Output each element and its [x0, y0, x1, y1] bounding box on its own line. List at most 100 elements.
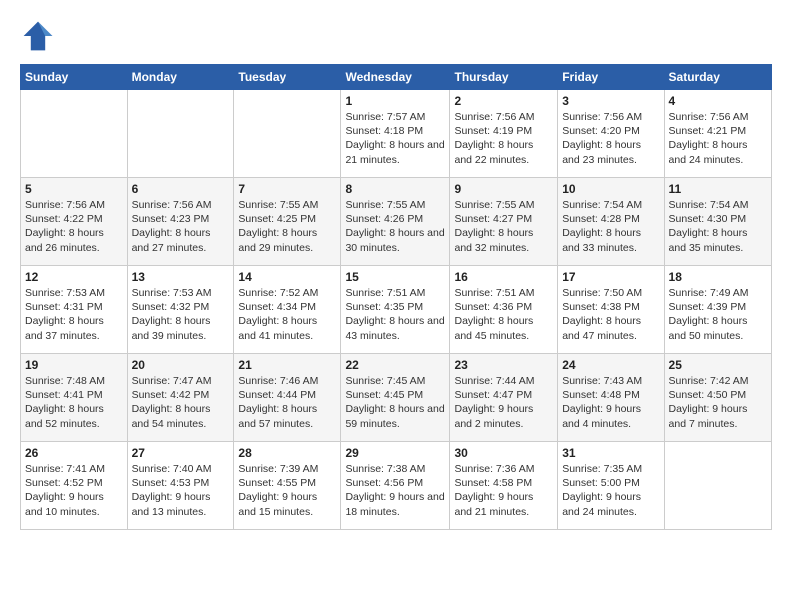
calendar-cell: 25 Sunrise: 7:42 AM Sunset: 4:50 PM Dayli… [664, 354, 771, 442]
day-content: Sunrise: 7:51 AM Sunset: 4:36 PM Dayligh… [454, 286, 553, 343]
calendar-cell: 1 Sunrise: 7:57 AM Sunset: 4:18 PM Daylig… [341, 90, 450, 178]
day-number: 27 [132, 446, 230, 460]
weekday-header-thursday: Thursday [450, 65, 558, 90]
day-content: Sunrise: 7:51 AM Sunset: 4:35 PM Dayligh… [345, 286, 445, 343]
calendar-cell: 9Sunrise: 7:55 AM Sunset: 4:27 PM Daylig… [450, 178, 558, 266]
day-content: Sunrise: 7:49 AM Sunset: 4:39 PM Dayligh… [669, 286, 767, 343]
day-number: 31 [562, 446, 659, 460]
day-content: Sunrise: 7:42 AM Sunset: 4:50 PM Dayligh… [669, 374, 767, 431]
day-number: 14 [238, 270, 336, 284]
day-content: Sunrise: 7:57 AM Sunset: 4:18 PM Dayligh… [345, 110, 445, 167]
day-number: 8 [345, 182, 445, 196]
day-number: 3 [562, 94, 659, 108]
day-content: Sunrise: 7:35 AM Sunset: 5:00 PM Dayligh… [562, 462, 659, 519]
calendar-table: SundayMondayTuesdayWednesdayThursdayFrid… [20, 64, 772, 530]
day-content: Sunrise: 7:55 AM Sunset: 4:26 PM Dayligh… [345, 198, 445, 255]
day-content: Sunrise: 7:56 AM Sunset: 4:19 PM Dayligh… [454, 110, 553, 167]
day-number: 25 [669, 358, 767, 372]
day-content: Sunrise: 7:48 AM Sunset: 4:41 PM Dayligh… [25, 374, 123, 431]
day-number: 30 [454, 446, 553, 460]
logo [20, 18, 60, 54]
day-content: Sunrise: 7:43 AM Sunset: 4:48 PM Dayligh… [562, 374, 659, 431]
day-number: 28 [238, 446, 336, 460]
calendar-cell: 27 Sunrise: 7:40 AM Sunset: 4:53 PM Dayli… [127, 442, 234, 530]
calendar-cell: 15 Sunrise: 7:51 AM Sunset: 4:35 PM Dayli… [341, 266, 450, 354]
day-content: Sunrise: 7:45 AM Sunset: 4:45 PM Dayligh… [345, 374, 445, 431]
day-content: Sunrise: 7:54 AM Sunset: 4:30 PM Dayligh… [669, 198, 767, 255]
calendar-cell: 22 Sunrise: 7:45 AM Sunset: 4:45 PM Dayli… [341, 354, 450, 442]
calendar-cell: 23 Sunrise: 7:44 AM Sunset: 4:47 PM Dayli… [450, 354, 558, 442]
weekday-header-monday: Monday [127, 65, 234, 90]
calendar-cell: 28 Sunrise: 7:39 AM Sunset: 4:55 PM Dayli… [234, 442, 341, 530]
day-content: Sunrise: 7:38 AM Sunset: 4:56 PM Dayligh… [345, 462, 445, 519]
day-content: Sunrise: 7:41 AM Sunset: 4:52 PM Dayligh… [25, 462, 123, 519]
day-content: Sunrise: 7:53 AM Sunset: 4:32 PM Dayligh… [132, 286, 230, 343]
calendar-week-5: 26Sunrise: 7:41 AM Sunset: 4:52 PM Dayli… [21, 442, 772, 530]
day-number: 17 [562, 270, 659, 284]
day-content: Sunrise: 7:39 AM Sunset: 4:55 PM Dayligh… [238, 462, 336, 519]
day-content: Sunrise: 7:46 AM Sunset: 4:44 PM Dayligh… [238, 374, 336, 431]
day-number: 23 [454, 358, 553, 372]
day-content: Sunrise: 7:56 AM Sunset: 4:20 PM Dayligh… [562, 110, 659, 167]
day-number: 21 [238, 358, 336, 372]
day-number: 19 [25, 358, 123, 372]
day-content: Sunrise: 7:56 AM Sunset: 4:22 PM Dayligh… [25, 198, 123, 255]
calendar-cell: 2Sunrise: 7:56 AM Sunset: 4:19 PM Daylig… [450, 90, 558, 178]
weekday-header-wednesday: Wednesday [341, 65, 450, 90]
day-content: Sunrise: 7:53 AM Sunset: 4:31 PM Dayligh… [25, 286, 123, 343]
calendar-cell [664, 442, 771, 530]
day-content: Sunrise: 7:56 AM Sunset: 4:21 PM Dayligh… [669, 110, 767, 167]
calendar-cell: 12 Sunrise: 7:53 AM Sunset: 4:31 PM Dayli… [21, 266, 128, 354]
calendar-cell: 26Sunrise: 7:41 AM Sunset: 4:52 PM Dayli… [21, 442, 128, 530]
calendar-cell: 16 Sunrise: 7:51 AM Sunset: 4:36 PM Dayli… [450, 266, 558, 354]
calendar-week-2: 5 Sunrise: 7:56 AM Sunset: 4:22 PM Daylig… [21, 178, 772, 266]
weekday-header-sunday: Sunday [21, 65, 128, 90]
calendar-cell: 31 Sunrise: 7:35 AM Sunset: 5:00 PM Dayli… [558, 442, 664, 530]
day-content: Sunrise: 7:36 AM Sunset: 4:58 PM Dayligh… [454, 462, 553, 519]
day-content: Sunrise: 7:55 AM Sunset: 4:27 PM Dayligh… [454, 198, 553, 255]
logo-icon [20, 18, 56, 54]
calendar-week-3: 12 Sunrise: 7:53 AM Sunset: 4:31 PM Dayli… [21, 266, 772, 354]
day-number: 7 [238, 182, 336, 196]
calendar-cell: 4Sunrise: 7:56 AM Sunset: 4:21 PM Daylig… [664, 90, 771, 178]
calendar-cell: 20 Sunrise: 7:47 AM Sunset: 4:42 PM Dayli… [127, 354, 234, 442]
calendar-week-1: 1 Sunrise: 7:57 AM Sunset: 4:18 PM Daylig… [21, 90, 772, 178]
day-content: Sunrise: 7:47 AM Sunset: 4:42 PM Dayligh… [132, 374, 230, 431]
calendar-cell: 5 Sunrise: 7:56 AM Sunset: 4:22 PM Daylig… [21, 178, 128, 266]
day-content: Sunrise: 7:40 AM Sunset: 4:53 PM Dayligh… [132, 462, 230, 519]
day-number: 15 [345, 270, 445, 284]
calendar-cell: 21 Sunrise: 7:46 AM Sunset: 4:44 PM Dayli… [234, 354, 341, 442]
calendar-cell: 14Sunrise: 7:52 AM Sunset: 4:34 PM Dayli… [234, 266, 341, 354]
day-number: 20 [132, 358, 230, 372]
weekday-header-row: SundayMondayTuesdayWednesdayThursdayFrid… [21, 65, 772, 90]
calendar-cell: 6Sunrise: 7:56 AM Sunset: 4:23 PM Daylig… [127, 178, 234, 266]
weekday-header-tuesday: Tuesday [234, 65, 341, 90]
page: SundayMondayTuesdayWednesdayThursdayFrid… [0, 0, 792, 540]
calendar-cell: 30 Sunrise: 7:36 AM Sunset: 4:58 PM Dayli… [450, 442, 558, 530]
day-content: Sunrise: 7:44 AM Sunset: 4:47 PM Dayligh… [454, 374, 553, 431]
day-number: 10 [562, 182, 659, 196]
calendar-cell: 8 Sunrise: 7:55 AM Sunset: 4:26 PM Daylig… [341, 178, 450, 266]
calendar-cell [127, 90, 234, 178]
day-content: Sunrise: 7:56 AM Sunset: 4:23 PM Dayligh… [132, 198, 230, 255]
day-number: 1 [345, 94, 445, 108]
day-number: 5 [25, 182, 123, 196]
day-number: 11 [669, 182, 767, 196]
calendar-cell: 18 Sunrise: 7:49 AM Sunset: 4:39 PM Dayli… [664, 266, 771, 354]
calendar-cell [21, 90, 128, 178]
day-number: 22 [345, 358, 445, 372]
day-number: 24 [562, 358, 659, 372]
day-number: 12 [25, 270, 123, 284]
calendar-cell: 19 Sunrise: 7:48 AM Sunset: 4:41 PM Dayli… [21, 354, 128, 442]
day-number: 16 [454, 270, 553, 284]
day-content: Sunrise: 7:50 AM Sunset: 4:38 PM Dayligh… [562, 286, 659, 343]
calendar-cell: 10Sunrise: 7:54 AM Sunset: 4:28 PM Dayli… [558, 178, 664, 266]
calendar-cell: 29 Sunrise: 7:38 AM Sunset: 4:56 PM Dayli… [341, 442, 450, 530]
calendar-cell: 7Sunrise: 7:55 AM Sunset: 4:25 PM Daylig… [234, 178, 341, 266]
day-number: 29 [345, 446, 445, 460]
weekday-header-friday: Friday [558, 65, 664, 90]
day-number: 13 [132, 270, 230, 284]
calendar-header: SundayMondayTuesdayWednesdayThursdayFrid… [21, 65, 772, 90]
calendar-cell: 11 Sunrise: 7:54 AM Sunset: 4:30 PM Dayli… [664, 178, 771, 266]
day-number: 18 [669, 270, 767, 284]
